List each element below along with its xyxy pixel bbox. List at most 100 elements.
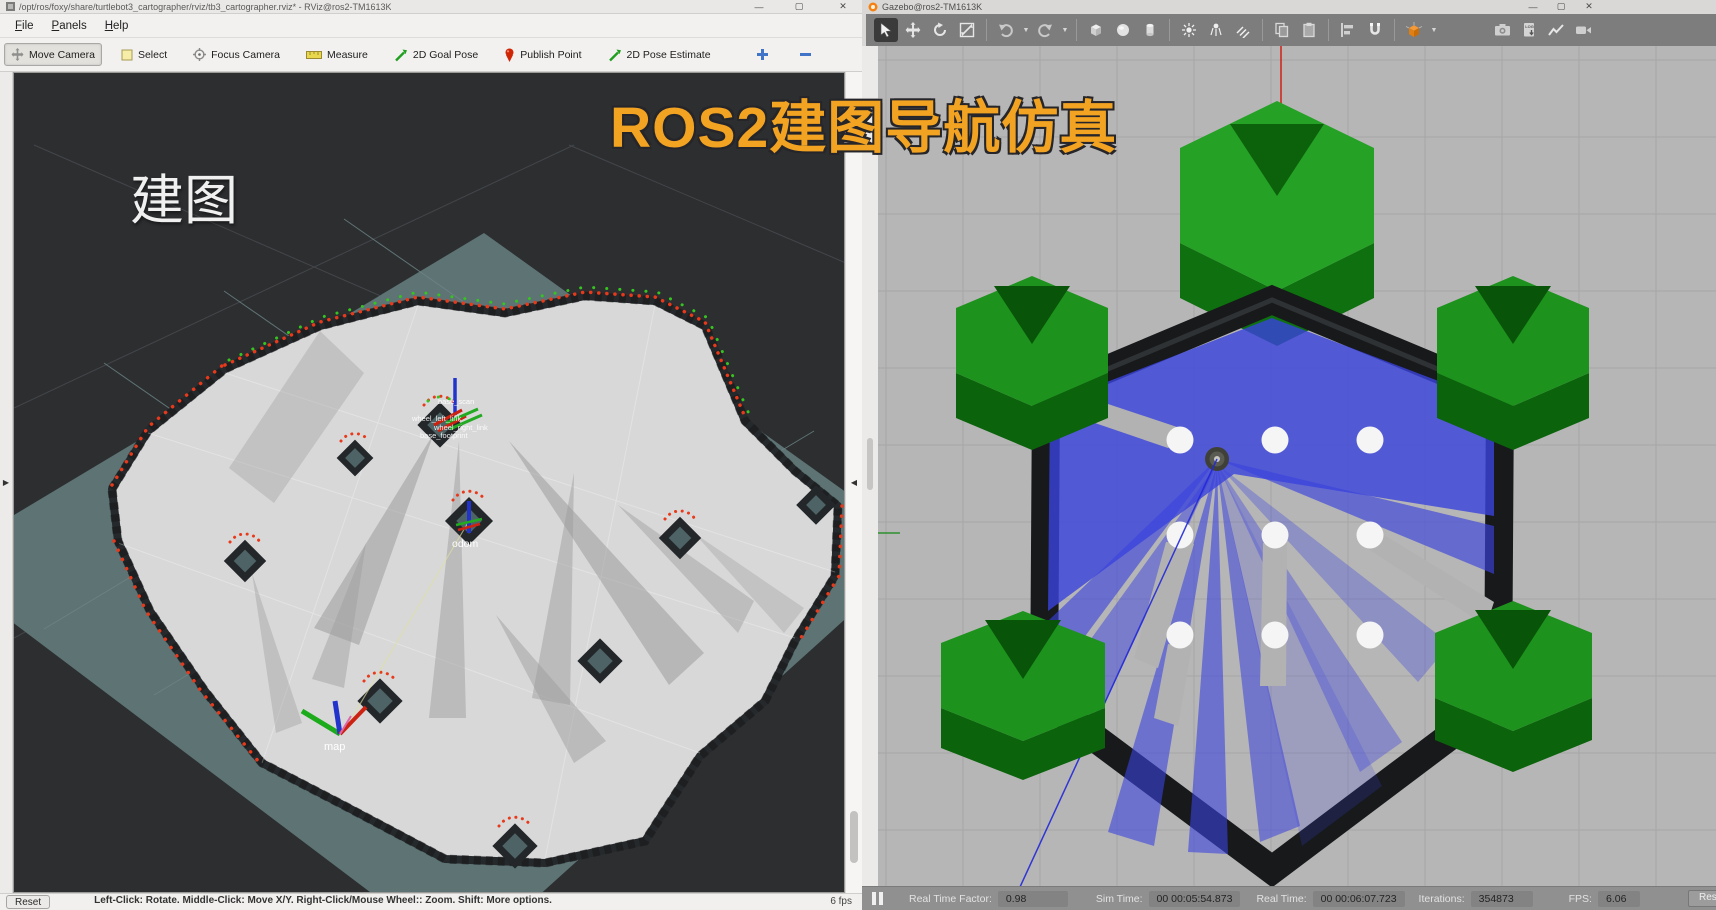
menu-help[interactable]: Help [96, 17, 138, 35]
copy-button[interactable] [1270, 18, 1294, 42]
focus-camera-icon [193, 48, 206, 61]
tool-label: Publish Point [520, 49, 581, 61]
green-pillar-lower-left [941, 611, 1105, 780]
pause-button[interactable] [872, 892, 883, 905]
rviz-menubar: File Panels Help [0, 14, 862, 38]
tool-move-camera[interactable]: Move Camera [4, 43, 102, 66]
align-tool[interactable] [1336, 18, 1360, 42]
directional-light-tool[interactable] [1231, 18, 1255, 42]
rviz-window-title: /opt/ros/foxy/share/turtlebot3_cartograp… [19, 2, 391, 12]
scale-tool[interactable] [955, 18, 979, 42]
box-icon [1088, 22, 1104, 38]
green-pillar-upper-right [1437, 276, 1589, 450]
move-camera-icon [11, 48, 24, 61]
tool-2d-goal-pose[interactable]: 2D Goal Pose [387, 43, 485, 67]
screen: /opt/ros/foxy/share/turtlebot3_cartograp… [0, 0, 1716, 910]
align-icon [1340, 22, 1356, 38]
log-recording-button[interactable]: LOG [1517, 18, 1541, 42]
rviz-maximize-button[interactable]: ▢ [790, 0, 808, 13]
sim-time-value: 00 00:05:54.873 [1149, 891, 1241, 907]
svg-text:odom: odom [452, 538, 479, 550]
gazebo-reset-button[interactable]: Reset [1688, 890, 1716, 907]
select-arrow-tool[interactable] [874, 18, 898, 42]
redo-button[interactable] [1033, 18, 1057, 42]
tool-label: Measure [327, 49, 368, 61]
tool-measure[interactable]: Measure [299, 44, 375, 66]
scrollbar-thumb[interactable] [850, 811, 858, 863]
expand-left-icon[interactable]: ◀ [851, 478, 857, 487]
undo-button[interactable] [994, 18, 1018, 42]
rviz-left-panel-collapsed[interactable]: ▶ [0, 72, 13, 893]
point-light-tool[interactable] [1177, 18, 1201, 42]
toolbar-separator [1076, 19, 1077, 41]
toolbar-separator [1169, 19, 1170, 41]
insert-cylinder-tool[interactable] [1138, 18, 1162, 42]
directional-light-icon [1235, 22, 1251, 38]
gazebo-maximize-button[interactable]: ▢ [1552, 0, 1570, 13]
menu-file[interactable]: File [6, 17, 43, 35]
svg-text:LOG: LOG [1525, 24, 1534, 29]
insert-box-tool[interactable] [1084, 18, 1108, 42]
tool-publish-point[interactable]: Publish Point [497, 43, 588, 67]
rviz-right-panel-collapsed[interactable]: ◀ [845, 72, 862, 893]
rviz-titlebar[interactable]: /opt/ros/foxy/share/turtlebot3_cartograp… [0, 0, 862, 14]
svg-text:base_scan: base_scan [438, 397, 474, 406]
svg-text:wheel_left_link: wheel_left_link [411, 414, 461, 423]
add-tool-button[interactable] [756, 48, 769, 61]
view-caret[interactable]: ▼ [1429, 18, 1439, 42]
rviz-minimize-button[interactable]: — [750, 0, 768, 13]
insert-sphere-tool[interactable] [1111, 18, 1135, 42]
svg-text:base_footprint: base_footprint [420, 431, 468, 440]
tool-focus-camera[interactable]: Focus Camera [186, 43, 287, 66]
rotate-tool[interactable] [928, 18, 952, 42]
toolbar-separator [1262, 19, 1263, 41]
snap-tool[interactable] [1363, 18, 1387, 42]
rviz-close-button[interactable]: ✕ [834, 0, 852, 13]
translate-tool[interactable] [901, 18, 925, 42]
goal-pose-arrow-icon [394, 48, 408, 62]
record-video-button[interactable] [1571, 18, 1595, 42]
gazebo-3d-viewport[interactable] [862, 46, 1716, 886]
translate-icon [905, 22, 921, 38]
sphere-icon [1115, 22, 1131, 38]
paste-button[interactable] [1297, 18, 1321, 42]
undo-history-caret[interactable]: ▼ [1021, 18, 1031, 42]
expand-right-icon[interactable]: ▶ [3, 478, 9, 487]
publish-point-pin-icon [504, 48, 515, 62]
reset-button[interactable]: Reset [6, 895, 50, 909]
gazebo-toolbar: ▼ ▼ [866, 14, 1716, 46]
tool-label: Move Camera [29, 49, 95, 61]
change-view-tool[interactable] [1402, 18, 1426, 42]
spot-light-tool[interactable] [1204, 18, 1228, 42]
screenshot-button[interactable] [1490, 18, 1514, 42]
view-cube-icon [1405, 21, 1423, 39]
sim-time-label: Sim Time: [1096, 893, 1143, 905]
rtf-value: 0.98 [998, 891, 1068, 907]
video-camera-icon [1575, 22, 1592, 38]
menu-panels[interactable]: Panels [43, 17, 96, 35]
map-caption: 建图 [130, 156, 238, 235]
gazebo-app-icon [868, 2, 878, 12]
magnet-icon [1367, 22, 1383, 38]
tool-label: 2D Pose Estimate [627, 49, 711, 61]
remove-tool-button[interactable] [799, 48, 812, 61]
copy-icon [1274, 22, 1290, 38]
redo-history-caret[interactable]: ▼ [1060, 18, 1070, 42]
plot-button[interactable] [1544, 18, 1568, 42]
fps-label: FPS: [1569, 893, 1592, 905]
tool-2d-pose-estimate[interactable]: 2D Pose Estimate [601, 43, 718, 67]
fps-value: 6.06 [1598, 891, 1640, 907]
gazebo-close-button[interactable]: ✕ [1580, 0, 1598, 13]
gazebo-minimize-button[interactable]: — [1524, 0, 1542, 13]
tool-select[interactable]: Select [114, 44, 174, 66]
toolbar-separator [986, 19, 987, 41]
spot-light-icon [1208, 22, 1224, 38]
cylinder-icon [1142, 22, 1158, 38]
rotate-icon [932, 22, 948, 38]
mouse-help-text: Left-Click: Rotate. Middle-Click: Move X… [94, 895, 552, 906]
tool-label: Focus Camera [211, 49, 280, 61]
panel-drag-handle[interactable] [867, 438, 873, 490]
green-pillar-lower-right [1435, 601, 1592, 772]
minus-icon [799, 48, 812, 61]
iterations-value: 354873 [1471, 891, 1533, 907]
